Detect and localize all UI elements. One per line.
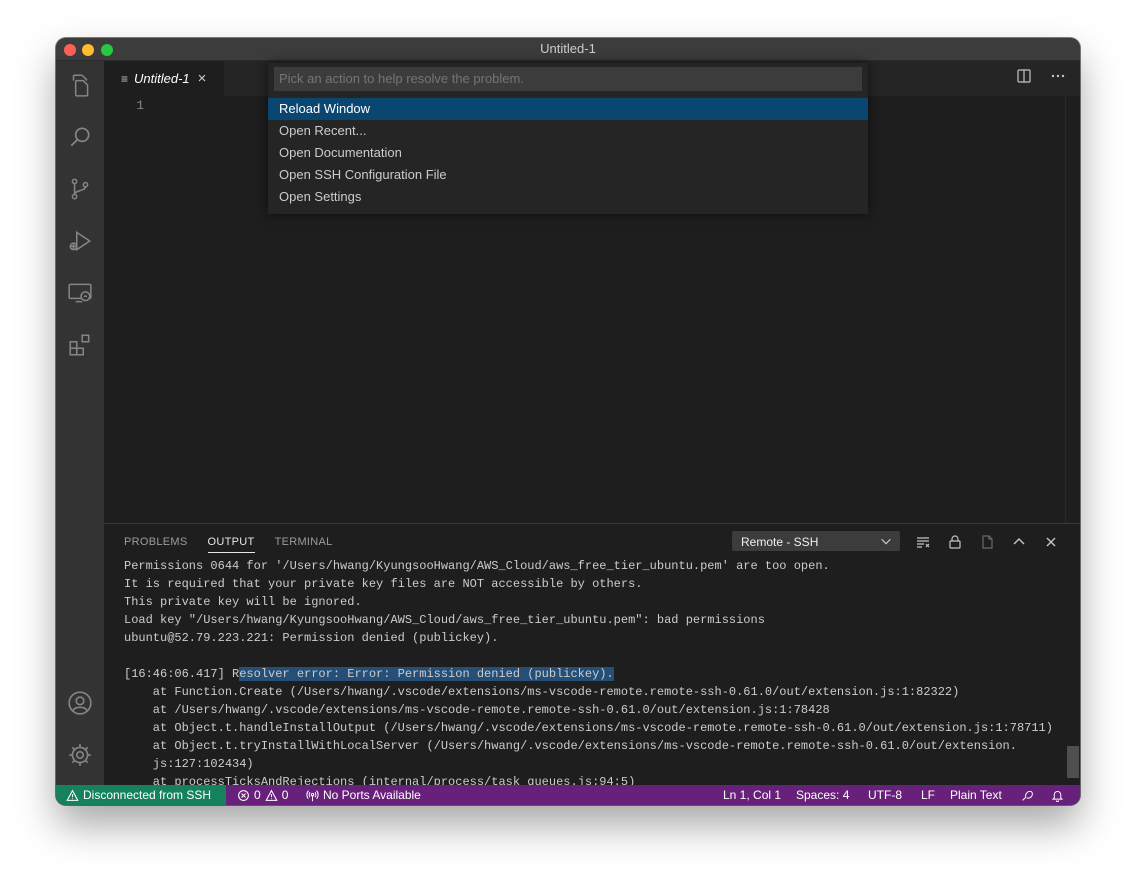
files-icon[interactable] [56, 61, 104, 109]
tab-label: Untitled-1 [134, 71, 190, 86]
open-log-file-icon[interactable] [978, 533, 996, 551]
quick-pick-item-open-settings[interactable]: Open Settings [268, 186, 868, 208]
broadcast-icon [306, 789, 319, 801]
log-timestamp: [16:46:06.417] R [124, 667, 240, 681]
warning-icon [265, 789, 278, 801]
close-panel-icon[interactable] [1042, 533, 1060, 551]
output-line: This private key will be ignored. [124, 595, 362, 609]
warning-count: 0 [281, 788, 289, 802]
title-bar: Untitled-1 [56, 38, 1080, 61]
vscode-window: Untitled-1 ≡ Untitled-1 × 1 PROBLEMS OUT… [56, 38, 1080, 805]
output-line: js:127:102434) [124, 757, 254, 771]
quick-pick-item-reload-window[interactable]: Reload Window [268, 98, 868, 120]
output-line-error: [16:46:06.417] Resolver error: Error: Pe… [124, 665, 1064, 683]
output-channel-select[interactable]: Remote - SSH [732, 531, 900, 551]
tab-terminal[interactable]: TERMINAL [275, 524, 333, 560]
output-log[interactable]: Permissions 0644 for '/Users/hwang/Kyung… [124, 557, 1064, 790]
end-of-line[interactable]: LF [921, 785, 935, 805]
warning-icon [66, 789, 79, 801]
clear-output-icon[interactable] [914, 533, 932, 551]
more-actions-icon[interactable] [1050, 68, 1066, 89]
line-number: 1 [136, 98, 144, 113]
output-line: Permissions 0644 for '/Users/hwang/Kyung… [124, 559, 830, 573]
remote-indicator[interactable]: Disconnected from SSH [56, 785, 226, 805]
chevron-down-icon [881, 538, 891, 545]
lock-scroll-icon[interactable] [946, 533, 964, 551]
error-icon [238, 789, 249, 801]
output-line: ubuntu@52.79.223.221: Permission denied … [124, 631, 499, 645]
window-title: Untitled-1 [540, 41, 596, 56]
output-line: It is required that your private key fil… [124, 577, 643, 591]
maximize-panel-icon[interactable] [1010, 533, 1028, 551]
ports-indicator[interactable]: No Ports Available [306, 785, 421, 805]
cursor-position[interactable]: Ln 1, Col 1 [723, 785, 781, 805]
error-count: 0 [254, 788, 261, 802]
close-tab-button[interactable]: × [198, 70, 207, 87]
feedback-icon[interactable] [1021, 785, 1034, 805]
activity-bar [56, 61, 104, 795]
ports-text: No Ports Available [323, 788, 421, 802]
editor-scrollbar[interactable] [1065, 96, 1080, 523]
quick-pick-list: Reload Window Open Recent... Open Docume… [268, 98, 868, 208]
output-line: at Object.t.tryInstallWithLocalServer (/… [124, 739, 1017, 753]
output-line: at /Users/hwang/.vscode/extensions/ms-vs… [124, 703, 830, 717]
output-line: Load key "/Users/hwang/KyungsooHwang/AWS… [124, 613, 765, 627]
quick-pick-item-open-documentation[interactable]: Open Documentation [268, 142, 868, 164]
selected-text: esolver error: Error: Permission denied … [239, 667, 614, 681]
output-line: at Object.t.handleInstallOutput (/Users/… [124, 721, 1053, 735]
account-icon[interactable] [56, 679, 104, 727]
status-bar: Disconnected from SSH 0 0 No Ports Avail… [56, 785, 1080, 805]
run-debug-icon[interactable] [56, 217, 104, 265]
output-line: at Function.Create (/Users/hwang/.vscode… [124, 685, 960, 699]
tab-problems[interactable]: PROBLEMS [124, 524, 188, 560]
source-control-icon[interactable] [56, 165, 104, 213]
remote-status-text: Disconnected from SSH [83, 788, 212, 802]
indentation[interactable]: Spaces: 4 [796, 785, 849, 805]
scrollbar-thumb[interactable] [1067, 746, 1079, 778]
problems-indicator[interactable]: 0 0 [237, 785, 288, 805]
split-editor-icon[interactable] [1016, 68, 1032, 89]
remote-explorer-icon[interactable] [56, 269, 104, 317]
output-scrollbar[interactable] [1066, 560, 1080, 796]
tab-untitled-1[interactable]: ≡ Untitled-1 × [104, 61, 224, 96]
settings-gear-icon[interactable] [56, 731, 104, 779]
notifications-bell-icon[interactable] [1051, 785, 1064, 805]
encoding[interactable]: UTF-8 [868, 785, 902, 805]
bottom-panel: PROBLEMS OUTPUT TERMINAL Remote - SSH Pe… [104, 523, 1080, 796]
output-channel-value: Remote - SSH [741, 535, 819, 549]
quick-pick-item-open-recent[interactable]: Open Recent... [268, 120, 868, 142]
tab-output[interactable]: OUTPUT [207, 524, 255, 560]
quick-pick-widget: Reload Window Open Recent... Open Docume… [268, 63, 868, 214]
quick-pick-item-open-ssh-config[interactable]: Open SSH Configuration File [268, 164, 868, 186]
quick-pick-input[interactable] [274, 67, 862, 91]
file-lines-icon: ≡ [121, 71, 129, 86]
extensions-icon[interactable] [56, 321, 104, 369]
search-icon[interactable] [56, 113, 104, 161]
language-mode[interactable]: Plain Text [950, 785, 1002, 805]
